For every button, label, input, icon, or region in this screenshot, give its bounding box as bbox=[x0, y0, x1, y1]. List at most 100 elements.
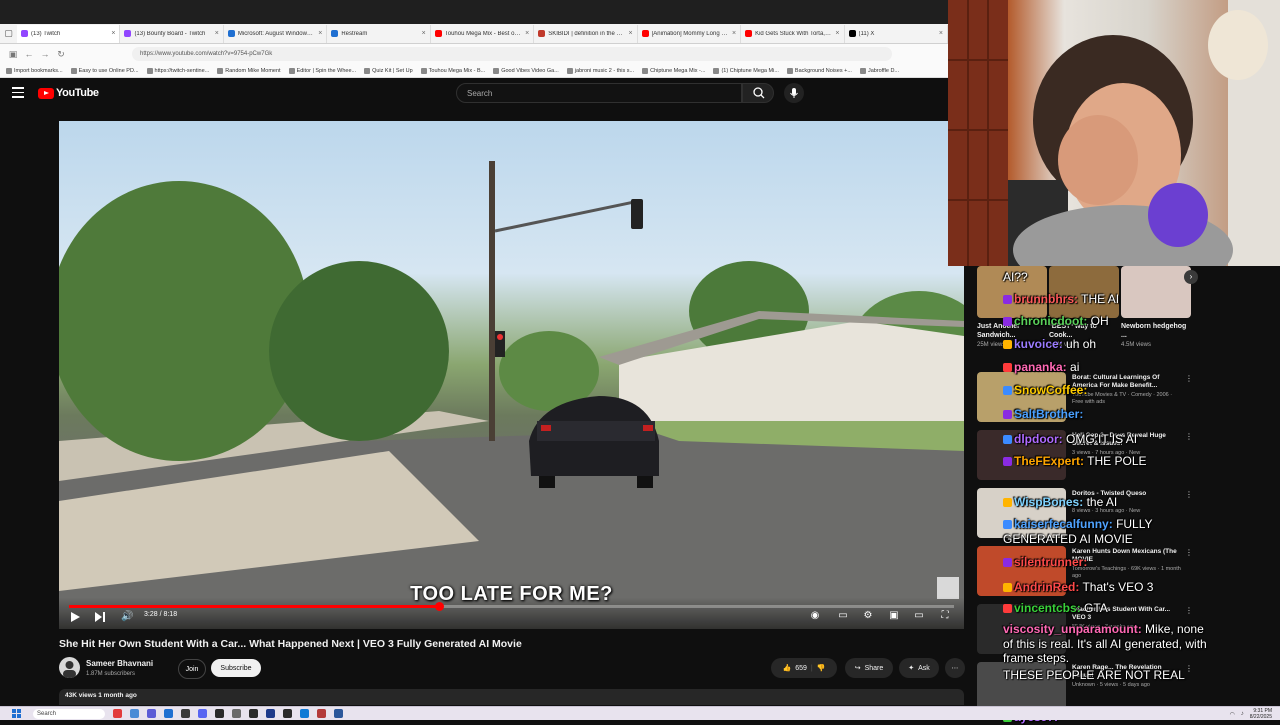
youtube-logo-text: YouTube bbox=[56, 87, 99, 99]
tab-label: [Animation] Mommy Long Legs bbox=[651, 30, 729, 37]
tab-close-icon[interactable]: × bbox=[835, 30, 839, 37]
search-button[interactable] bbox=[742, 83, 774, 103]
video-player[interactable]: TOO LATE FOR ME? 🔊 3:28 / 8:18 ◉ ▭ ⚙ ▣ ▭… bbox=[59, 121, 964, 629]
tab-label: SKIBIDI | definition in the Camb bbox=[548, 30, 626, 37]
thumbs-up-icon[interactable]: 👍 bbox=[783, 664, 792, 672]
bookmark-item[interactable]: Jabroffle D... bbox=[859, 67, 899, 74]
taskbar-app-icon[interactable] bbox=[317, 709, 326, 718]
bookmark-item[interactable]: Random Mike Moment bbox=[217, 67, 281, 74]
browser-tab[interactable]: (11) X × bbox=[845, 24, 948, 43]
video-frame bbox=[59, 161, 964, 629]
volume-icon[interactable]: 🔊 bbox=[121, 611, 133, 622]
bookmark-item[interactable]: (1) Chiptune Mega Mi... bbox=[713, 67, 779, 74]
forward-icon[interactable]: → bbox=[40, 49, 50, 59]
bookmark-item[interactable]: Editor | Spin the Whee... bbox=[288, 67, 356, 74]
next-icon[interactable] bbox=[95, 612, 105, 622]
menu-icon[interactable] bbox=[12, 87, 24, 99]
captions-icon[interactable]: ▭ bbox=[836, 610, 850, 621]
more-actions-button[interactable]: ⋯ bbox=[945, 658, 965, 678]
bookmark-item[interactable]: Background Noises +... bbox=[786, 67, 852, 74]
bookmark-item[interactable]: Quiz Kit | Set Up bbox=[364, 67, 413, 74]
browser-tab[interactable]: SKIBIDI | definition in the Camb × bbox=[534, 24, 638, 43]
tab-close-icon[interactable]: × bbox=[215, 30, 219, 37]
miniplayer-icon[interactable]: ▣ bbox=[887, 610, 901, 621]
taskbar-app-icon[interactable] bbox=[215, 709, 224, 718]
progress-bar[interactable] bbox=[69, 602, 954, 611]
chat-message: pananka: ai bbox=[1003, 360, 1213, 375]
sidebar-toggle-icon[interactable]: ▣ bbox=[8, 49, 18, 60]
thumbs-down-icon[interactable]: 👎 bbox=[817, 664, 826, 672]
tab-actions-icon[interactable]: ▢ bbox=[0, 28, 17, 39]
webcam-overlay bbox=[948, 0, 1280, 266]
settings-gear-icon[interactable]: ⚙ bbox=[861, 610, 875, 621]
tab-close-icon[interactable]: × bbox=[111, 30, 115, 37]
autoplay-toggle-icon[interactable]: ◉ bbox=[808, 610, 822, 621]
wifi-icon[interactable]: ◠ bbox=[1230, 711, 1235, 718]
taskbar-app-icon[interactable] bbox=[300, 709, 309, 718]
browser-tab[interactable]: Restream × bbox=[327, 24, 431, 43]
chat-badge-icon bbox=[1003, 435, 1012, 444]
browser-tab[interactable]: Kid Gets Stuck With Torta, You × bbox=[741, 24, 845, 43]
taskbar-app-icon[interactable] bbox=[113, 709, 122, 718]
back-icon[interactable]: ← bbox=[24, 49, 34, 59]
chat-message: dlpdoor: OMG IT IS AI bbox=[1003, 432, 1213, 447]
taskbar-app-icon[interactable] bbox=[266, 709, 275, 718]
taskbar-search-input[interactable]: Search bbox=[33, 708, 105, 719]
channel-name[interactable]: Sameer Bhavnani bbox=[86, 659, 153, 668]
bookmark-item[interactable]: Easy to use Online PD... bbox=[70, 67, 139, 74]
taskbar-app-icon[interactable] bbox=[147, 709, 156, 718]
join-button[interactable]: Join bbox=[178, 659, 206, 679]
tab-close-icon[interactable]: × bbox=[732, 30, 736, 37]
taskbar-app-icon[interactable] bbox=[181, 709, 190, 718]
voice-search-button[interactable] bbox=[784, 83, 804, 103]
browser-tab[interactable]: Touhou Mega Mix - Best of ZU! × bbox=[431, 24, 535, 43]
url-field[interactable]: https://www.youtube.com/watch?v=9754-pCw… bbox=[132, 47, 892, 61]
tab-close-icon[interactable]: × bbox=[318, 30, 322, 37]
taskbar-app-icon[interactable] bbox=[198, 709, 207, 718]
bookmark-label: jabroni music 2 - this s... bbox=[574, 67, 635, 74]
tab-close-icon[interactable]: × bbox=[422, 30, 426, 37]
bookmark-item[interactable]: Chiptune Mega Mix -... bbox=[642, 67, 705, 74]
views-and-date[interactable]: 43K views 1 month ago bbox=[59, 689, 964, 705]
bookmark-item[interactable]: Touhou Mega Mix - B... bbox=[420, 67, 485, 74]
subscriber-count: 1.87M subscribers bbox=[86, 671, 136, 677]
progress-scrubber[interactable] bbox=[434, 602, 444, 611]
tab-close-icon[interactable]: × bbox=[525, 30, 529, 37]
fullscreen-icon[interactable]: ⛶ bbox=[938, 610, 952, 621]
chat-username: kaiserfecalfunny: bbox=[1014, 517, 1113, 531]
taskbar-app-icon[interactable] bbox=[164, 709, 173, 718]
share-button[interactable]: ↪ Share bbox=[845, 658, 893, 678]
player-controls: 🔊 3:28 / 8:18 ◉ ▭ ⚙ ▣ ▭ ⛶ bbox=[59, 597, 964, 629]
taskbar-app-icon[interactable] bbox=[334, 709, 343, 718]
chat-username: chronicdoot: bbox=[1014, 314, 1088, 328]
browser-tab[interactable]: [Animation] Mommy Long Legs × bbox=[638, 24, 742, 43]
taskbar-app-icon[interactable] bbox=[130, 709, 139, 718]
reload-icon[interactable]: ↻ bbox=[56, 49, 66, 60]
like-count[interactable]: 659 bbox=[795, 665, 807, 672]
youtube-logo[interactable]: YouTube bbox=[38, 87, 99, 99]
speaker-icon[interactable]: ♪ bbox=[1241, 711, 1244, 717]
ask-button[interactable]: ✦ Ask bbox=[899, 658, 939, 678]
browser-tab[interactable]: Microsoft: August Windows up: × bbox=[224, 24, 328, 43]
taskbar-app-icon[interactable] bbox=[249, 709, 258, 718]
chat-text: ai bbox=[1070, 360, 1080, 374]
channel-avatar[interactable] bbox=[59, 657, 80, 678]
bookmark-item[interactable]: jabroni music 2 - this s... bbox=[566, 67, 635, 74]
windows-start-icon[interactable] bbox=[12, 709, 21, 718]
tab-close-icon[interactable]: × bbox=[629, 30, 633, 37]
tab-close-icon[interactable]: × bbox=[939, 30, 943, 37]
chat-badge-icon bbox=[1003, 457, 1012, 466]
bookmark-item[interactable]: Good Vibes Video Ga... bbox=[493, 67, 559, 74]
taskbar-app-icon[interactable] bbox=[283, 709, 292, 718]
theater-mode-icon[interactable]: ▭ bbox=[912, 610, 926, 621]
play-icon[interactable] bbox=[71, 612, 80, 622]
bookmark-item[interactable]: https://twitch-sentine... bbox=[146, 67, 209, 74]
bookmark-item[interactable]: Import bookmarks... bbox=[6, 67, 63, 74]
search-input[interactable]: Search bbox=[456, 83, 742, 103]
clock[interactable]: 9:31 PM 8/22/2025 bbox=[1250, 708, 1272, 720]
browser-tab[interactable]: (13) Bounty Board - Twitch × bbox=[120, 24, 224, 43]
chat-username: AndrinRed: bbox=[1014, 580, 1080, 594]
browser-tab[interactable]: (13) Twitch × bbox=[17, 24, 121, 43]
subscribe-button[interactable]: Subscribe bbox=[211, 659, 261, 677]
taskbar-app-icon[interactable] bbox=[232, 709, 241, 718]
